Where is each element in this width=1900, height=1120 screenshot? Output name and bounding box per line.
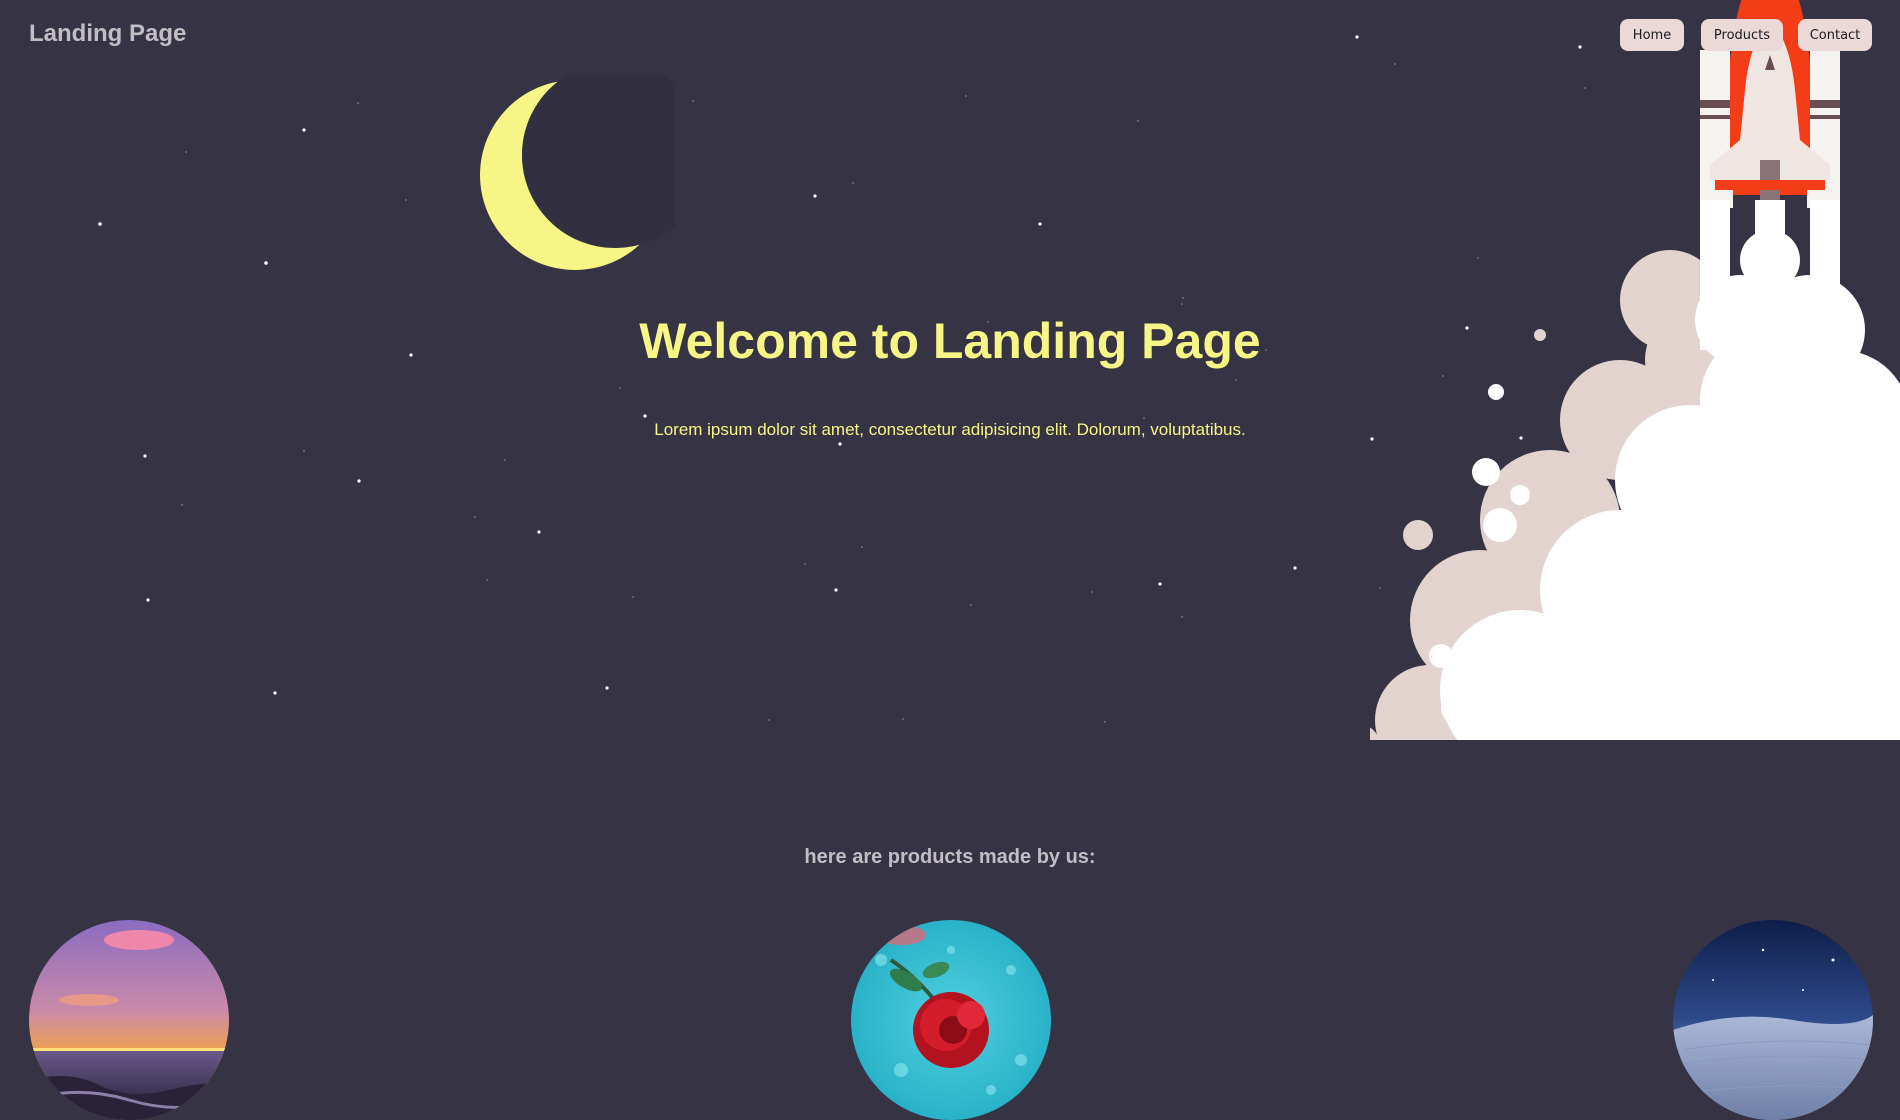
- nav-contact-button[interactable]: Contact: [1798, 19, 1872, 51]
- star-dot: [1235, 379, 1237, 381]
- star-dot: [1181, 303, 1183, 305]
- star-dot: [98, 222, 102, 226]
- hero-subtitle: Lorem ipsum dolor sit amet, consectetur …: [654, 420, 1246, 439]
- star-dot: [486, 579, 488, 581]
- crescent-moon-icon: [480, 75, 675, 270]
- star-dot: [143, 454, 147, 458]
- star-dot: [1181, 616, 1183, 618]
- red-rose-in-water-image: [851, 920, 1051, 1120]
- site-logo: Landing Page: [29, 20, 187, 47]
- star-dot: [619, 387, 621, 389]
- star-dot: [273, 691, 277, 695]
- product-image-3[interactable]: [1673, 920, 1873, 1120]
- star-dot: [813, 194, 817, 198]
- star-dot: [1104, 721, 1106, 723]
- star-dot: [181, 504, 183, 506]
- star-dot: [1293, 566, 1297, 570]
- star-dot: [632, 596, 634, 598]
- star-dot: [804, 563, 806, 565]
- star-dot: [1137, 120, 1139, 122]
- nav-products-button[interactable]: Products: [1701, 19, 1783, 51]
- nav-home-button[interactable]: Home: [1620, 19, 1684, 51]
- product-image-1[interactable]: [29, 920, 229, 1120]
- rocket-launch-illustration: [1370, 0, 1900, 740]
- star-dot: [1143, 417, 1145, 419]
- star-dot: [405, 199, 407, 201]
- star-dot: [1182, 297, 1184, 299]
- star-dot: [970, 604, 972, 606]
- star-dot: [303, 450, 305, 452]
- star-dot: [1355, 35, 1359, 39]
- night-desert-dunes-image: [1673, 920, 1873, 1120]
- star-dot: [185, 151, 187, 153]
- hero-title: Welcome to Landing Page: [639, 313, 1261, 369]
- star-dot: [537, 530, 541, 534]
- star-dot: [1091, 591, 1093, 593]
- star-dot: [834, 588, 838, 592]
- star-dot: [861, 546, 863, 548]
- star-dot: [264, 261, 268, 265]
- star-dot: [605, 686, 609, 690]
- star-dot: [902, 718, 904, 720]
- product-image-2[interactable]: [851, 920, 1051, 1120]
- star-dot: [1158, 582, 1162, 586]
- star-dot: [357, 102, 359, 104]
- star-dot: [852, 182, 854, 184]
- star-dot: [1038, 222, 1042, 226]
- star-dot: [504, 459, 506, 461]
- star-dot: [838, 442, 842, 446]
- star-dot: [357, 479, 361, 483]
- star-dot: [474, 516, 476, 518]
- star-dot: [643, 414, 647, 418]
- sunset-seascape-image: [29, 920, 229, 1120]
- products-heading: here are products made by us:: [804, 846, 1096, 868]
- star-dot: [768, 719, 770, 721]
- star-dot: [146, 598, 150, 602]
- star-dot: [692, 100, 694, 102]
- star-dot: [302, 128, 306, 132]
- star-dot: [965, 95, 967, 97]
